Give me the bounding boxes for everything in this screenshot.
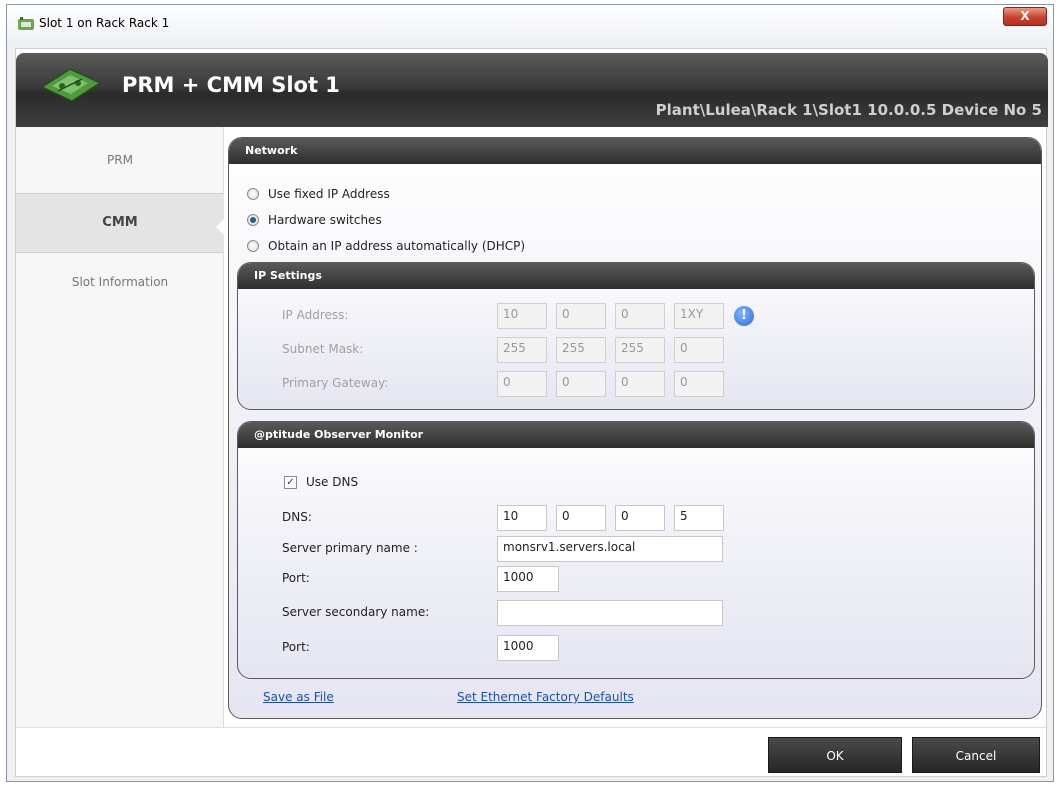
ip-settings-header: IP Settings xyxy=(238,263,1034,289)
radio-label: Obtain an IP address automatically (DHCP… xyxy=(268,239,526,253)
network-panel: Network Use fixed IP Address Hardware sw… xyxy=(228,137,1042,719)
radio-button[interactable] xyxy=(247,240,259,252)
gateway-octet-1[interactable]: 0 xyxy=(497,371,547,397)
port-label: Port: xyxy=(282,640,310,654)
sidebar: PRM CMM Slot Information xyxy=(16,127,225,727)
server-primary-input[interactable]: monsrv1.servers.local xyxy=(497,536,723,562)
ip-settings-title: IP Settings xyxy=(254,269,322,282)
dialog-window: Slot 1 on Rack Rack 1 X PRM + CMM Slot 1… xyxy=(6,4,1054,782)
ok-button[interactable]: OK xyxy=(768,737,902,773)
selection-arrow-icon xyxy=(216,218,225,236)
header-banner: PRM + CMM Slot 1 Plant\Lulea\Rack 1\Slot… xyxy=(16,53,1048,127)
radio-hardware-switches[interactable]: Hardware switches xyxy=(247,213,382,227)
ip-settings-panel: IP Settings IP Address: 10 0 0 1XY ! Sub… xyxy=(237,262,1035,410)
footer-divider xyxy=(16,727,1048,728)
gateway-label: Primary Gateway: xyxy=(282,376,389,390)
port-input[interactable]: 1000 xyxy=(497,635,559,661)
ip-octet-2[interactable]: 0 xyxy=(556,303,606,329)
window-title: Slot 1 on Rack Rack 1 xyxy=(39,16,170,30)
dns-label: DNS: xyxy=(282,510,312,524)
rack-icon xyxy=(18,17,34,30)
gateway-octet-4[interactable]: 0 xyxy=(674,371,724,397)
circuit-board-icon xyxy=(40,68,102,102)
ip-octet-4[interactable]: 1XY xyxy=(674,303,724,329)
sidebar-item-label: Slot Information xyxy=(71,275,169,289)
subnet-octet-1[interactable]: 255 xyxy=(497,337,547,363)
monitor-title: @ptitude Observer Monitor xyxy=(254,428,424,441)
server-secondary-input[interactable] xyxy=(497,600,723,626)
gateway-octet-2[interactable]: 0 xyxy=(556,371,606,397)
info-icon[interactable]: ! xyxy=(734,306,754,326)
title-bar: Slot 1 on Rack Rack 1 X xyxy=(7,5,1053,43)
save-as-file-link[interactable]: Save as File xyxy=(263,690,334,704)
dns-octet-3[interactable]: 0 xyxy=(615,505,665,531)
port-label: Port: xyxy=(282,571,310,585)
ip-octet-3[interactable]: 0 xyxy=(615,303,665,329)
close-button[interactable]: X xyxy=(1003,7,1047,26)
server-secondary-label: Server secondary name: xyxy=(282,605,430,619)
sidebar-item-slot-information[interactable]: Slot Information xyxy=(16,275,224,295)
subnet-octet-4[interactable]: 0 xyxy=(674,337,724,363)
header-title: PRM + CMM Slot 1 xyxy=(122,73,340,97)
port-input[interactable]: 1000 xyxy=(497,566,559,592)
sidebar-item-cmm[interactable]: CMM xyxy=(16,193,225,253)
radio-button[interactable] xyxy=(247,214,259,226)
network-panel-header: Network xyxy=(229,138,1041,164)
cancel-button[interactable]: Cancel xyxy=(912,737,1040,773)
radio-label: Hardware switches xyxy=(268,213,382,227)
monitor-header: @ptitude Observer Monitor xyxy=(238,422,1034,448)
server-primary-label: Server primary name : xyxy=(282,541,418,555)
factory-defaults-link[interactable]: Set Ethernet Factory Defaults xyxy=(457,690,634,704)
radio-button[interactable] xyxy=(247,188,259,200)
network-panel-title: Network xyxy=(245,144,298,157)
dns-octet-1[interactable]: 10 xyxy=(497,505,547,531)
subnet-octet-2[interactable]: 255 xyxy=(556,337,606,363)
radio-fixed-ip[interactable]: Use fixed IP Address xyxy=(247,187,390,201)
subnet-mask-label: Subnet Mask: xyxy=(282,342,364,356)
ip-octet-1[interactable]: 10 xyxy=(497,303,547,329)
gateway-octet-3[interactable]: 0 xyxy=(615,371,665,397)
sidebar-item-label: PRM xyxy=(107,153,133,167)
use-dns-checkbox[interactable]: ✓ xyxy=(284,476,297,489)
dialog-client: PRM + CMM Slot 1 Plant\Lulea\Rack 1\Slot… xyxy=(15,48,1048,777)
use-dns-label: Use DNS xyxy=(306,475,359,489)
dns-octet-4[interactable]: 5 xyxy=(674,505,724,531)
header-path: Plant\Lulea\Rack 1\Slot1 10.0.0.5 Device… xyxy=(655,101,1042,119)
radio-label: Use fixed IP Address xyxy=(268,187,390,201)
sidebar-item-label: CMM xyxy=(102,215,138,230)
subnet-octet-3[interactable]: 255 xyxy=(615,337,665,363)
ip-address-label: IP Address: xyxy=(282,308,349,322)
radio-dhcp[interactable]: Obtain an IP address automatically (DHCP… xyxy=(247,239,525,253)
monitor-panel: @ptitude Observer Monitor ✓ Use DNS DNS:… xyxy=(237,421,1035,679)
sidebar-item-prm[interactable]: PRM xyxy=(16,153,224,173)
dns-octet-2[interactable]: 0 xyxy=(556,505,606,531)
